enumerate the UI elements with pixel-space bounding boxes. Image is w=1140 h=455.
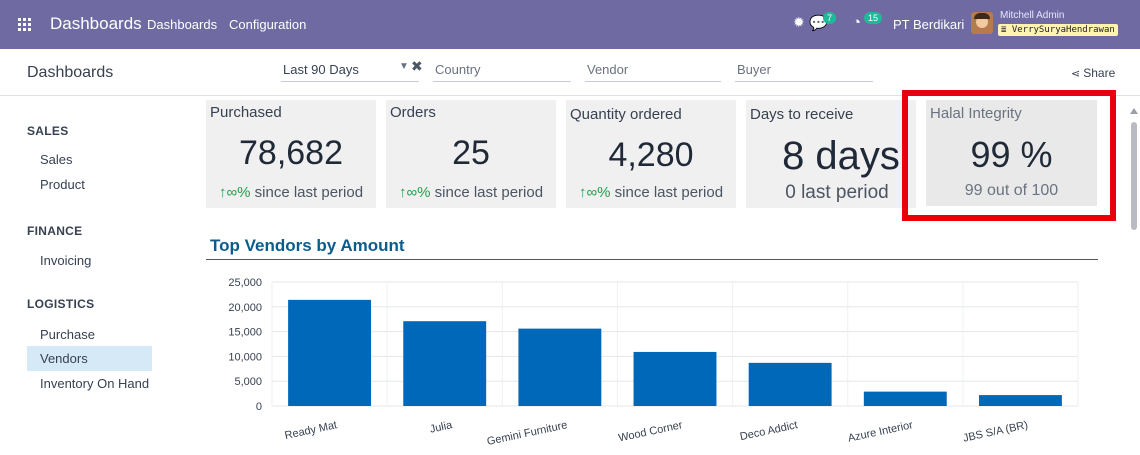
date-filter-select[interactable]: Last 90 Days ▼ ✖ bbox=[281, 58, 423, 82]
vendor-placeholder: Vendor bbox=[587, 62, 629, 77]
kpi-title: Quantity ordered bbox=[570, 106, 682, 123]
activity-count-badge: 15 bbox=[864, 12, 883, 24]
kpi-value: 78,682 bbox=[239, 134, 343, 172]
kpi-sub: 0 last period bbox=[785, 182, 889, 203]
kpi-title: Orders bbox=[390, 104, 436, 121]
vendor-filter-input[interactable]: Vendor bbox=[585, 60, 721, 82]
activity-clock-icon[interactable]: ◔ bbox=[852, 14, 861, 31]
x-tick-label: Gemini Furniture bbox=[486, 419, 569, 448]
scrollbar-thumb[interactable] bbox=[1131, 122, 1137, 230]
x-tick-label: Deco Addict bbox=[739, 419, 799, 443]
sidebar: SALES Sales Product FINANCE Invoicing LO… bbox=[0, 97, 180, 455]
caret-down-icon[interactable]: ▼ bbox=[399, 61, 409, 72]
kpi-trend: ↑∞% since last period bbox=[206, 184, 376, 201]
kpi-trend: ↑∞% since last period bbox=[566, 184, 736, 201]
kpi-trend-label: since last period bbox=[250, 184, 364, 201]
buyer-placeholder: Buyer bbox=[737, 62, 771, 77]
database-name-badge: ≣ VerrySuryaHendrawan bbox=[998, 24, 1118, 36]
y-tick-label: 25,000 bbox=[228, 277, 262, 289]
bar-jbs-s-a-br- bbox=[978, 395, 1062, 406]
sidebar-item-invoicing[interactable]: Invoicing bbox=[27, 248, 152, 273]
x-tick-label: Azure Interior bbox=[847, 419, 914, 445]
kpi-value: 4,280 bbox=[608, 136, 694, 174]
share-label: Share bbox=[1083, 66, 1116, 80]
kpi-card-purchased[interactable]: Purchased 78,682 ↑∞% since last period bbox=[206, 100, 376, 208]
database-name: VerrySuryaHendrawan bbox=[1011, 25, 1115, 35]
kpi-title: Purchased bbox=[210, 104, 282, 121]
share-icon: ⋖ bbox=[1071, 68, 1081, 80]
x-tick-label: JBS S/A (BR) bbox=[962, 419, 1029, 444]
x-tick-label: Julia bbox=[429, 419, 454, 436]
menu-configuration[interactable]: Configuration bbox=[229, 17, 306, 32]
buyer-filter-input[interactable]: Buyer bbox=[735, 60, 873, 82]
vendors-bar-chart: 0 5,000 10,000 15,000 20,000 25,000 Ready Mat J… bbox=[228, 277, 1079, 448]
bar-azure-interior bbox=[863, 391, 947, 406]
company-switcher[interactable]: PT Berdikari bbox=[893, 17, 964, 32]
y-tick-label: 0 bbox=[256, 401, 262, 413]
kpi-trend-label: since last period bbox=[610, 184, 724, 201]
chat-count-badge: 7 bbox=[823, 12, 837, 24]
kpi-card-quantity-ordered[interactable]: Quantity ordered 4,280 ↑∞% since last pe… bbox=[566, 100, 736, 208]
bar-deco-addict bbox=[748, 362, 832, 406]
app-brand[interactable]: Dashboards bbox=[50, 14, 142, 34]
user-name[interactable]: Mitchell Admin bbox=[1000, 10, 1064, 21]
kpi-value: 25 bbox=[452, 134, 490, 172]
kpi-title: Days to receive bbox=[750, 106, 854, 123]
y-tick-label: 5,000 bbox=[234, 376, 262, 388]
user-avatar[interactable] bbox=[971, 12, 993, 34]
page-scrollbar[interactable] bbox=[1126, 100, 1140, 455]
date-filter-value: Last 90 Days bbox=[283, 62, 359, 77]
kpi-trend-label: since last period bbox=[430, 184, 544, 201]
sidebar-item-sales[interactable]: Sales bbox=[27, 147, 152, 172]
clear-filter-icon[interactable]: ✖ bbox=[411, 58, 423, 75]
section-title-sales: SALES bbox=[27, 124, 69, 138]
section-title-finance: FINANCE bbox=[27, 224, 83, 238]
country-placeholder: Country bbox=[435, 62, 481, 77]
page-title: Dashboards bbox=[27, 64, 114, 81]
bar-wood-corner bbox=[633, 351, 717, 406]
kpi-trend-pct: ∞% bbox=[406, 184, 431, 201]
chart-title: Top Vendors by Amount bbox=[210, 236, 405, 255]
highlight-box bbox=[902, 90, 1116, 221]
y-tick-label: 20,000 bbox=[228, 302, 262, 314]
debug-bug-icon[interactable]: ✹ bbox=[793, 14, 805, 31]
sidebar-item-purchase[interactable]: Purchase bbox=[27, 322, 152, 347]
sidebar-item-inventory-on-hand[interactable]: Inventory On Hand bbox=[27, 371, 152, 396]
y-tick-label: 15,000 bbox=[228, 327, 262, 339]
apps-menu-icon[interactable] bbox=[18, 18, 31, 31]
kpi-card-days-to-receive[interactable]: Days to receive 8 days 0 last period bbox=[746, 100, 916, 208]
control-panel: Dashboards Last 90 Days ▼ ✖ Country Vend… bbox=[0, 49, 1140, 96]
bar-julia bbox=[403, 321, 487, 406]
chart-title-rule bbox=[206, 259, 1098, 260]
top-navbar: Dashboards Dashboards Configuration ✹ 💬 … bbox=[0, 0, 1140, 49]
sidebar-item-product[interactable]: Product bbox=[27, 172, 152, 197]
share-button[interactable]: ⋖ Share bbox=[1071, 66, 1115, 80]
menu-dashboards[interactable]: Dashboards bbox=[147, 17, 217, 32]
bar-gemini-furniture bbox=[518, 328, 602, 406]
section-title-logistics: LOGISTICS bbox=[27, 297, 95, 311]
kpi-card-orders[interactable]: Orders 25 ↑∞% since last period bbox=[386, 100, 556, 208]
bar-ready-mat bbox=[288, 299, 372, 406]
kpi-trend-pct: ∞% bbox=[226, 184, 251, 201]
kpi-value: 8 days bbox=[782, 134, 900, 178]
country-filter-input[interactable]: Country bbox=[433, 60, 571, 82]
x-tick-label: Wood Corner bbox=[617, 419, 684, 444]
y-tick-label: 10,000 bbox=[228, 351, 262, 363]
kpi-trend: ↑∞% since last period bbox=[386, 184, 556, 201]
sidebar-item-vendors[interactable]: Vendors bbox=[27, 346, 152, 371]
kpi-trend-pct: ∞% bbox=[586, 184, 611, 201]
scroll-up-arrow-icon[interactable] bbox=[1130, 108, 1138, 114]
x-tick-label: Ready Mat bbox=[284, 419, 339, 442]
